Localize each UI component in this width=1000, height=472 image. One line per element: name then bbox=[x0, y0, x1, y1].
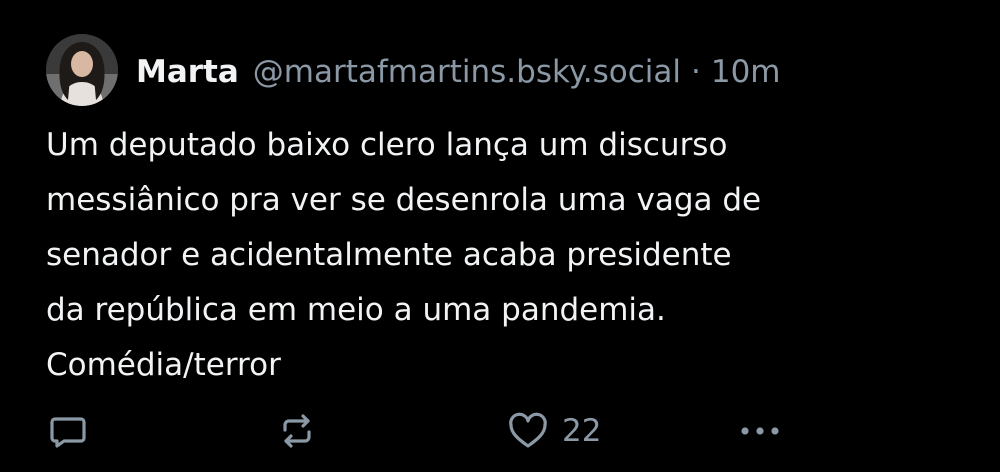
reply-button[interactable] bbox=[48, 406, 88, 456]
post-text-line: senador e acidentalmente acaba president… bbox=[46, 237, 732, 273]
more-options-button[interactable] bbox=[738, 406, 782, 456]
avatar[interactable] bbox=[46, 34, 118, 106]
post-text: Um deputado baixo clero lança um discurs… bbox=[46, 118, 966, 393]
post-actions: 22 bbox=[0, 406, 1000, 456]
reply-bubble-icon bbox=[50, 417, 86, 448]
post-text-line: da república em meio a uma pandemia. bbox=[46, 292, 666, 328]
ellipsis-icon bbox=[741, 427, 779, 435]
avatar-photo-icon bbox=[46, 34, 118, 106]
repost-button[interactable] bbox=[276, 406, 318, 456]
post-timestamp[interactable]: 10m bbox=[711, 50, 781, 94]
post-text-line: messiânico pra ver se desenrola uma vaga… bbox=[46, 182, 762, 218]
post-header: Marta @martafmartins.bsky.social · 10m bbox=[136, 50, 781, 94]
author-display-name[interactable]: Marta bbox=[136, 50, 239, 94]
author-handle[interactable]: @martafmartins.bsky.social bbox=[253, 50, 681, 94]
heart-outline-icon bbox=[509, 412, 547, 448]
post-text-line: Comédia/terror bbox=[46, 347, 281, 383]
like-count: 22 bbox=[562, 413, 602, 449]
post-card[interactable]: Marta @martafmartins.bsky.social · 10m U… bbox=[0, 0, 1000, 472]
post-text-line: Um deputado baixo clero lança um discurs… bbox=[46, 127, 728, 163]
like-button[interactable]: 22 bbox=[506, 406, 601, 456]
repost-arrows-icon bbox=[283, 414, 311, 448]
header-separator: · bbox=[691, 54, 701, 90]
